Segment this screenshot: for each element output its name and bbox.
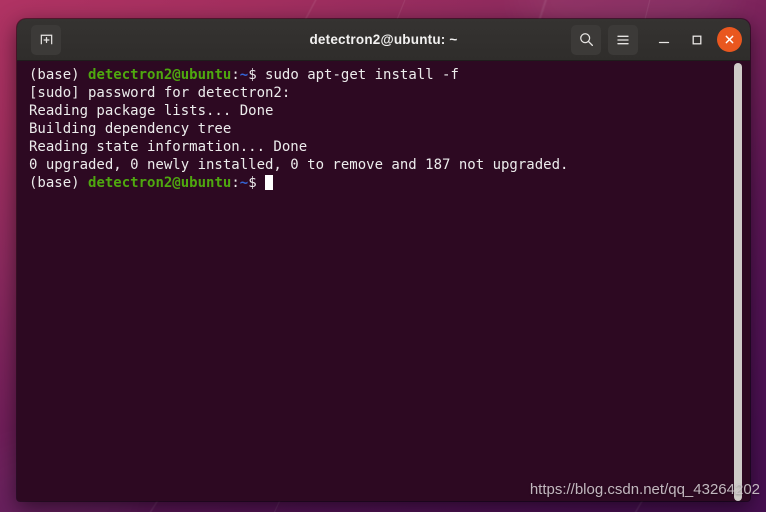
- terminal-text-segment: (base): [29, 175, 89, 191]
- maximize-icon: [692, 35, 702, 44]
- close-button[interactable]: [717, 27, 742, 52]
- terminal-text-segment: Reading state information... Done: [29, 139, 308, 155]
- hamburger-glyph: [617, 35, 629, 44]
- terminal-line: Reading state information... Done: [29, 138, 724, 156]
- terminal-text-segment: detectron2@ubuntu: [88, 67, 232, 83]
- hamburger-menu-icon[interactable]: [608, 24, 638, 55]
- terminal-text-segment: Building dependency tree: [29, 121, 232, 137]
- terminal-scrollbar-thumb[interactable]: [734, 63, 742, 501]
- terminal-body[interactable]: (base) detectron2@ubuntu:~$ sudo apt-get…: [17, 61, 750, 501]
- terminal-text-segment: ~: [239, 175, 249, 191]
- desktop-wallpaper: detectron2@ubuntu: ~ (base) detectron2@u…: [0, 0, 766, 512]
- terminal-line: Building dependency tree: [29, 120, 724, 138]
- terminal-line: 0 upgraded, 0 newly installed, 0 to remo…: [29, 156, 724, 174]
- terminal-text-segment: ~: [239, 67, 249, 83]
- terminal-line: Reading package lists... Done: [29, 102, 724, 120]
- terminal-window: detectron2@ubuntu: ~ (base) detectron2@u…: [17, 19, 750, 501]
- minimize-icon: [658, 41, 670, 43]
- search-glyph: [579, 33, 593, 47]
- terminal-scrollbar-track[interactable]: [734, 61, 746, 501]
- terminal-text-segment: $: [248, 175, 266, 191]
- terminal-text-segment: $ sudo apt-get install -f: [248, 67, 459, 83]
- terminal-text-segment: :: [231, 67, 240, 83]
- terminal-line: (base) detectron2@ubuntu:~$: [29, 174, 724, 192]
- terminal-text-segment: (base): [29, 67, 89, 83]
- terminal-line: (base) detectron2@ubuntu:~$ sudo apt-get…: [29, 66, 724, 84]
- terminal-text-segment: :: [231, 175, 240, 191]
- terminal-cursor: [265, 175, 274, 190]
- terminal-output: (base) detectron2@ubuntu:~$ sudo apt-get…: [29, 66, 724, 192]
- terminal-text-segment: [sudo] password for detectron2:: [29, 85, 291, 101]
- new-tab-icon[interactable]: [31, 24, 61, 55]
- window-titlebar: detectron2@ubuntu: ~: [17, 19, 750, 61]
- close-icon: [725, 35, 734, 44]
- terminal-text-segment: detectron2@ubuntu: [88, 175, 232, 191]
- terminal-text-segment: 0 upgraded, 0 newly installed, 0 to remo…: [29, 157, 569, 173]
- window-controls: [571, 24, 742, 55]
- minimize-button[interactable]: [651, 27, 677, 53]
- search-icon[interactable]: [571, 24, 601, 55]
- terminal-line: [sudo] password for detectron2:: [29, 84, 724, 102]
- terminal-text-segment: Reading package lists... Done: [29, 103, 274, 119]
- maximize-button[interactable]: [684, 27, 710, 53]
- new-tab-glyph: [40, 34, 52, 45]
